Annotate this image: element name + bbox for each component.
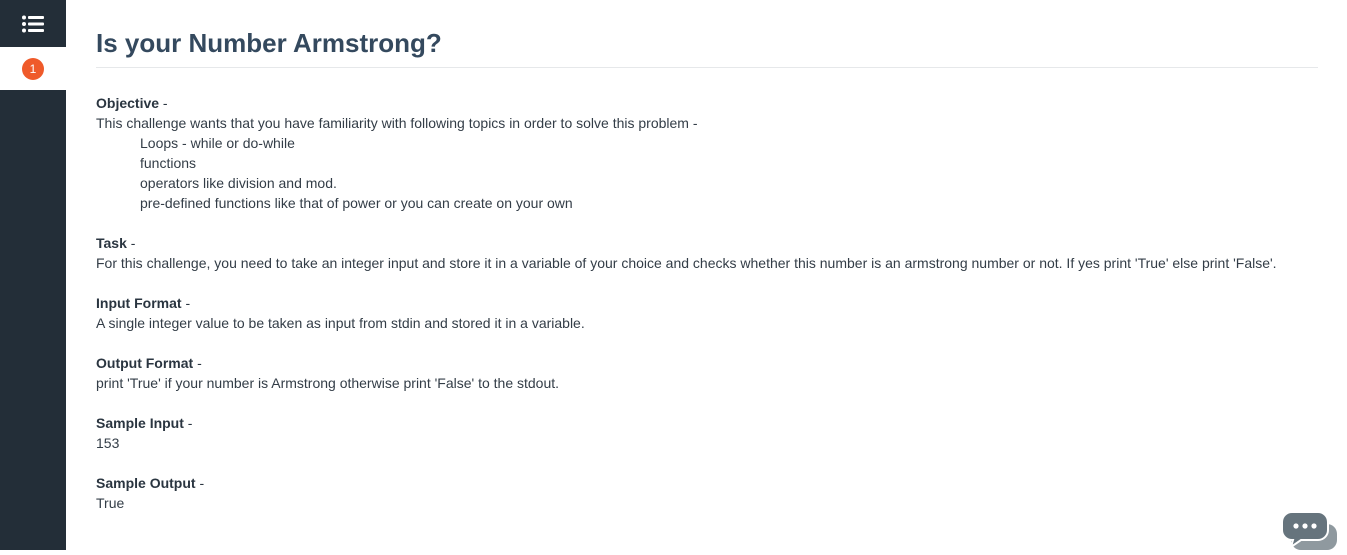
input-format-text: A single integer value to be taken as in… [96,315,585,331]
sidebar: 1 [0,0,66,550]
list-item: operators like division and mod. [140,175,337,191]
chat-button[interactable] [1281,510,1339,555]
output-format-section: Output Format - print 'True' if your num… [96,353,1318,393]
sample-input-heading: Sample Input [96,415,184,431]
list-icon [22,15,44,32]
sample-output-value: True [96,495,125,511]
menu-button[interactable] [0,0,66,47]
page-title: Is your Number Armstrong? [96,0,1318,68]
sample-input-section: Sample Input - 153 [96,413,1318,453]
topics-list: Loops - while or do-while functions oper… [96,133,1318,213]
list-item: Loops - while or do-while [140,135,295,151]
problem-panel: Is your Number Armstrong? Objective - Th… [96,0,1318,533]
sample-output-heading: Sample Output [96,475,196,491]
task-section: Task - For this challenge, you need to t… [96,233,1318,273]
objective-heading: Objective [96,95,160,111]
question-number-badge: 1 [22,57,44,80]
output-format-heading: Output Format [96,355,194,371]
objective-intro: This challenge wants that you have famil… [96,115,698,131]
sample-input-value: 153 [96,435,120,451]
problem-description: Objective - This challenge wants that yo… [96,68,1318,513]
input-format-heading: Input Format [96,295,182,311]
chat-bubbles-icon [1281,511,1337,555]
task-text: For this challenge, you need to take an … [96,255,1277,271]
task-heading: Task [96,235,127,251]
objective-section: Objective - This challenge wants that yo… [96,93,1318,213]
list-item: functions [140,155,197,171]
question-tab-1[interactable]: 1 [0,47,66,90]
sample-output-section: Sample Output - True [96,473,1318,513]
list-item: pre-defined functions like that of power… [140,195,573,211]
output-format-text: print 'True' if your number is Armstrong… [96,375,560,391]
input-format-section: Input Format - A single integer value to… [96,293,1318,333]
